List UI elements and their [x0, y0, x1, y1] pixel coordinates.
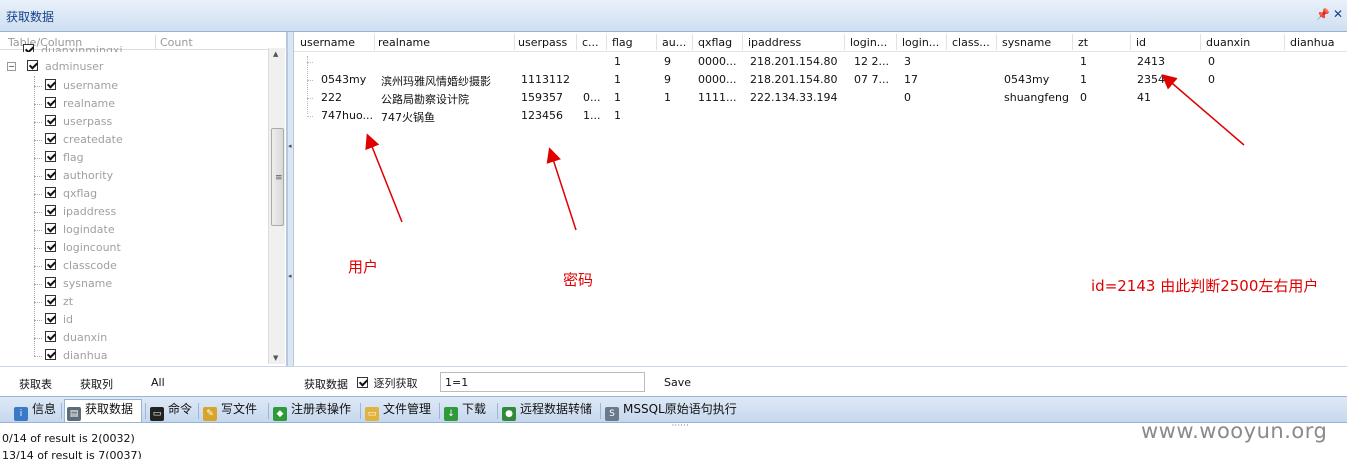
user-arrow [365, 133, 403, 223]
tab-3[interactable]: ✎ 写文件 [201, 400, 265, 421]
id-arrow [1161, 74, 1245, 146]
tab-8[interactable]: S MSSQL原始语句执行 [603, 400, 737, 421]
action-bar: 获取表 获取列 All 获取数据 逐列获取 Save [0, 366, 1347, 396]
tab-7[interactable]: ● 远程数据转储 [500, 400, 596, 421]
tab-1[interactable]: ▤ 获取数据 [64, 399, 142, 422]
tab-4[interactable]: ◆ 注册表操作 [271, 400, 357, 421]
tab-label: 信息 [32, 402, 57, 416]
tab-0[interactable]: i 信息 [12, 400, 60, 421]
terminal-icon: ▭ [150, 407, 164, 421]
get-tables-button[interactable]: 获取表 [19, 376, 52, 392]
annotation-id-note: id=2143 由此判断2500左右用户 [1091, 277, 1319, 295]
database-icon: ▤ [67, 407, 81, 421]
folder-icon: ▭ [365, 407, 379, 421]
tab-2[interactable]: ▭ 命令 [148, 400, 196, 421]
where-condition-input[interactable] [440, 372, 645, 392]
tab-label: 命令 [168, 402, 193, 416]
tab-label: 获取数据 [85, 402, 134, 416]
get-data-button[interactable]: 获取数据 [304, 376, 348, 392]
tab-label: 下载 [462, 402, 487, 416]
info-icon: i [14, 407, 28, 421]
registry-icon: ◆ [273, 407, 287, 421]
save-button[interactable]: Save [664, 376, 691, 389]
tab-label: 写文件 [221, 402, 258, 416]
get-columns-button[interactable]: 获取列 [80, 376, 113, 392]
tab-5[interactable]: ▭ 文件管理 [363, 400, 435, 421]
by-column-label: 逐列获取 [373, 377, 418, 390]
log-line: 0/14 of result is 2(0032) [2, 432, 135, 445]
tab-label: MSSQL原始语句执行 [623, 402, 737, 416]
password-arrow [546, 147, 577, 231]
annotation-password: 密码 [563, 271, 594, 289]
download-icon: ↓ [444, 407, 458, 421]
log-line: 13/14 of result is 7(0037) [2, 449, 142, 459]
write-file-icon: ✎ [203, 407, 217, 421]
tab-label: 远程数据转储 [520, 402, 593, 416]
checkbox-icon[interactable] [357, 377, 368, 388]
by-column-checkbox[interactable]: 逐列获取 [357, 375, 418, 391]
watermark: www.wooyun.org [1141, 419, 1328, 443]
sql-icon: S [605, 407, 619, 421]
tab-label: 文件管理 [383, 402, 432, 416]
all-button[interactable]: All [151, 376, 165, 389]
annotation-user: 用户 [348, 258, 379, 276]
tab-6[interactable]: ↓ 下载 [442, 400, 492, 421]
globe-icon: ● [502, 407, 516, 421]
tab-label: 注册表操作 [291, 402, 352, 416]
